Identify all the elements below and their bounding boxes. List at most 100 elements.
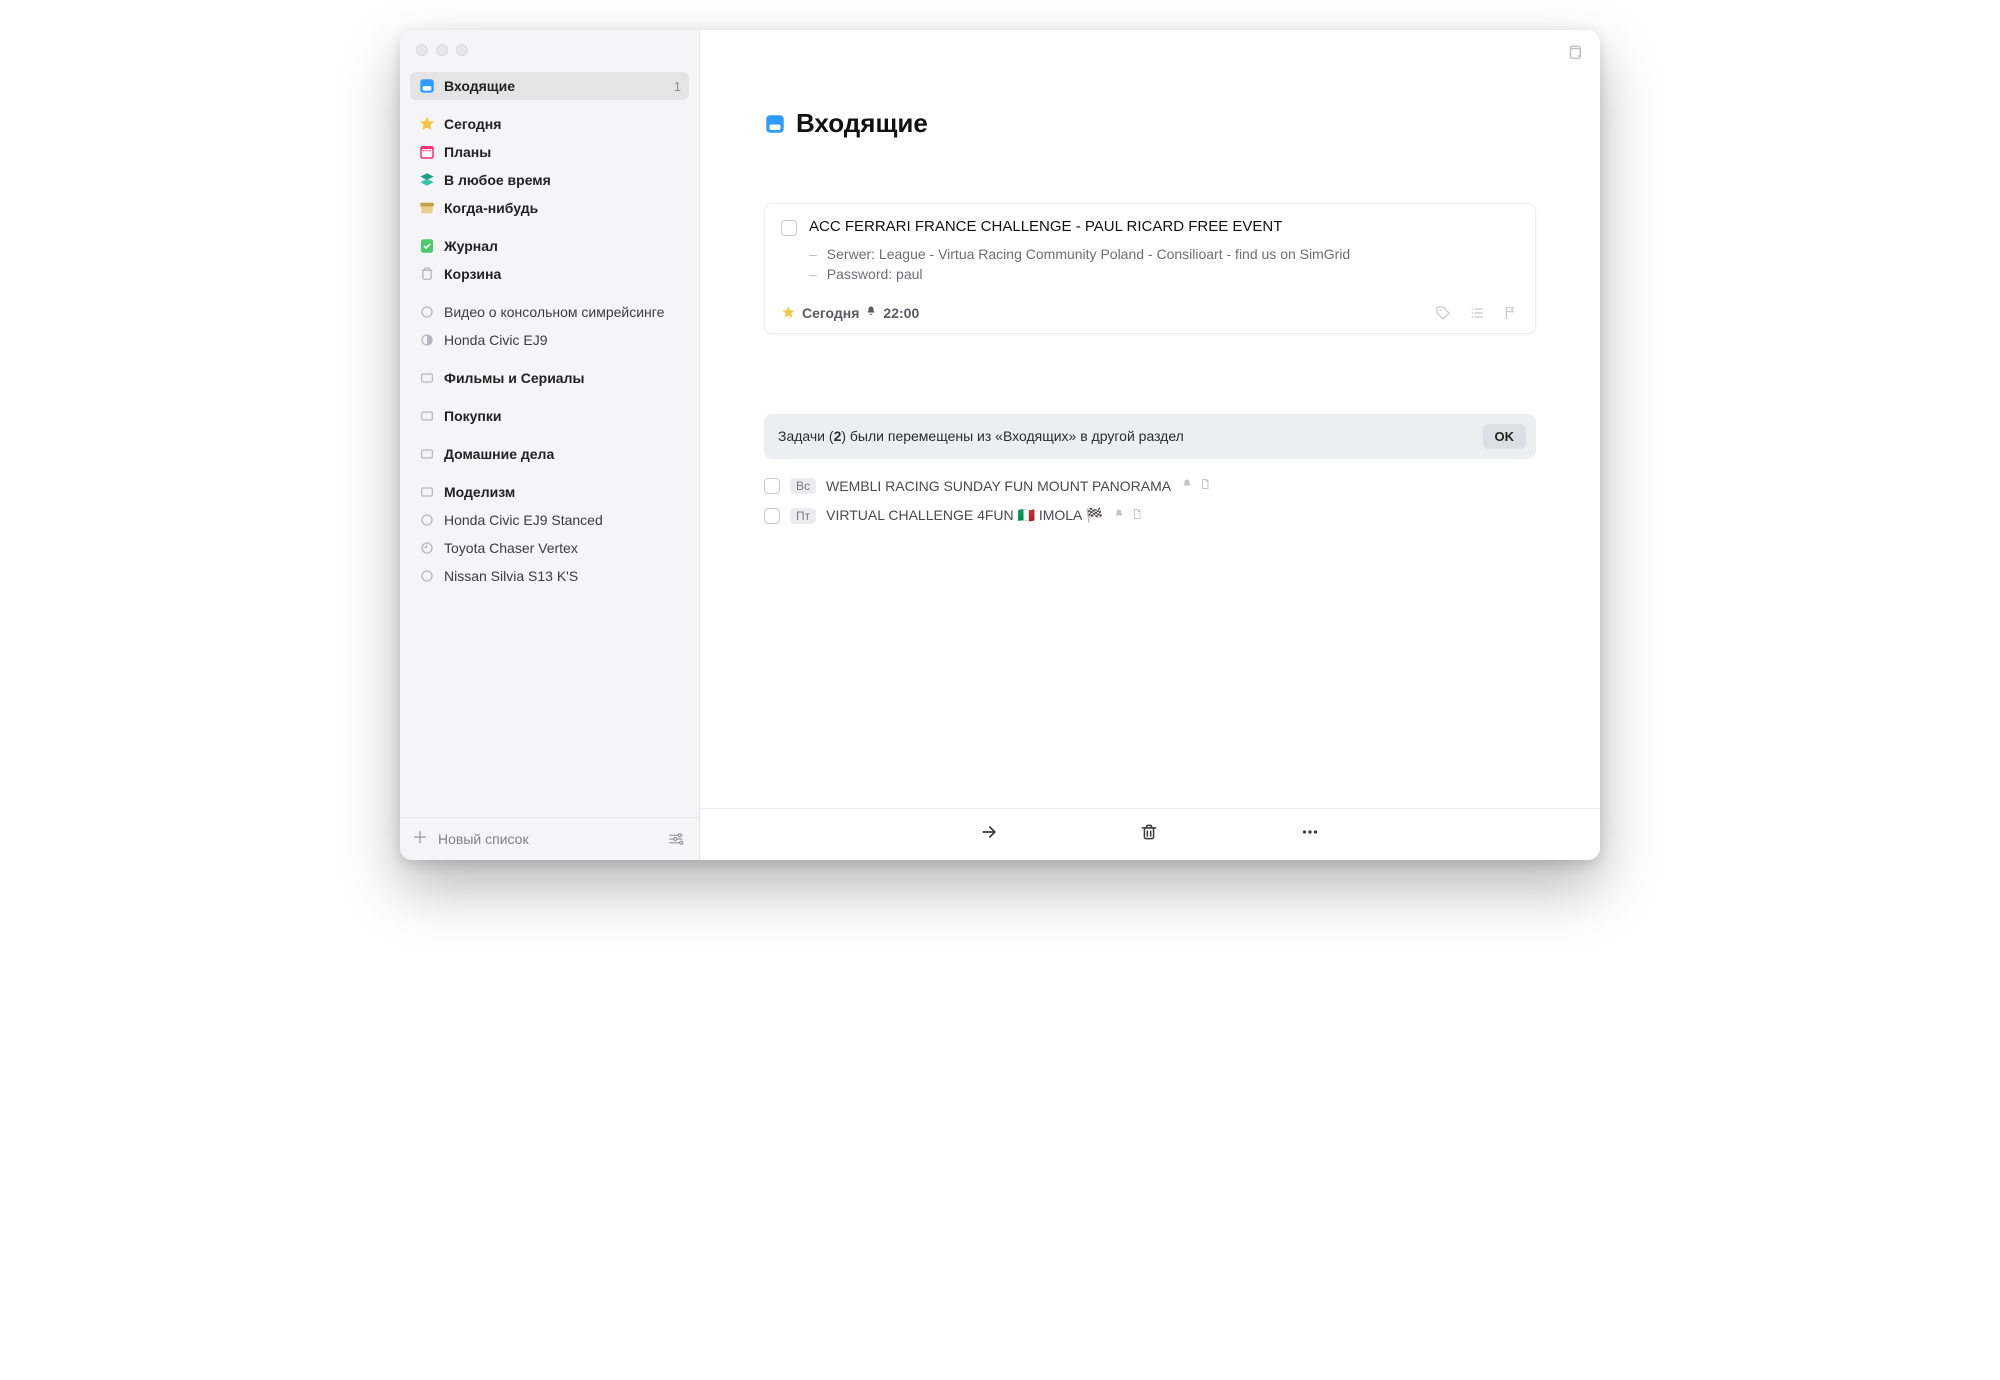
sidebar-logbook[interactable]: Журнал [410,232,689,260]
sidebar-item-label: Моделизм [444,484,681,500]
sidebar-area-films[interactable]: Фильмы и Сериалы [410,364,689,392]
sidebar-item-label: Фильмы и Сериалы [444,370,681,386]
more-button[interactable] [1299,821,1321,848]
bell-icon [1181,478,1193,493]
task-checkbox[interactable] [764,508,780,524]
task-checkbox[interactable] [764,478,780,494]
trash-icon [1139,822,1159,842]
area-icon [418,445,436,463]
flag-button[interactable] [1503,305,1519,321]
sidebar-project-silvia[interactable]: Nissan Silvia S13 K'S [410,562,689,590]
open-in-new-window-button[interactable] [1566,44,1584,67]
sidebar-inbox[interactable]: Входящие 1 [410,72,689,100]
sidebar-area-shopping[interactable]: Покупки [410,402,689,430]
day-badge: Пт [790,508,816,524]
sidebar-project-chaser[interactable]: Toyota Chaser Vertex [410,534,689,562]
sidebar-item-label: Когда-нибудь [444,200,681,216]
checklist-button[interactable] [1469,305,1485,321]
sliders-icon [667,830,685,848]
ellipsis-icon [1299,821,1321,843]
page-title: Входящие [764,108,1536,139]
area-icon [418,369,436,387]
task-title[interactable]: ACC FERRARI FRANCE CHALLENGE - PAUL RICA… [809,218,1282,235]
when-label: Сегодня [802,305,859,321]
sidebar-upcoming[interactable]: Планы [410,138,689,166]
bullet-dash-icon: – [809,244,817,264]
sidebar-area-modeling[interactable]: Моделизм [410,478,689,506]
sidebar-item-label: Планы [444,144,681,160]
bottom-toolbar [700,808,1600,860]
sidebar-item-label: Корзина [444,266,681,282]
reminder-time: 22:00 [883,305,919,321]
sidebar-someday[interactable]: Когда-нибудь [410,194,689,222]
notice-ok-button[interactable]: OK [1483,424,1527,449]
sidebar-project-civic-stanced[interactable]: Honda Civic EJ9 Stanced [410,506,689,534]
moved-notice: Задачи (2) были перемещены из «Входящих»… [764,414,1536,459]
calendar-icon [418,143,436,161]
layers-icon [418,171,436,189]
day-badge: Вс [790,478,816,494]
archive-icon [418,199,436,217]
task-list: Вс WEMBLI RACING SUNDAY FUN MOUNT PANORA… [764,471,1536,531]
sidebar-settings-button[interactable] [665,828,687,850]
sidebar-today[interactable]: Сегодня [410,110,689,138]
sidebar-item-label: Покупки [444,408,681,424]
task-row[interactable]: Вс WEMBLI RACING SUNDAY FUN MOUNT PANORA… [764,471,1536,501]
task-row[interactable]: Пт VIRTUAL CHALLENGE 4FUN 🇮🇹 IMOLA 🏁 [764,501,1536,531]
note-line: Password: paul [827,264,923,284]
bell-icon [865,305,877,320]
task-checkbox[interactable] [781,220,797,236]
sidebar-item-label: Видео о консольном симрейсинге [444,304,681,320]
page-title-text: Входящие [796,108,928,139]
area-icon [418,407,436,425]
checklist-icon [1469,305,1485,321]
logbook-icon [418,237,436,255]
task-title: WEMBLI RACING SUNDAY FUN MOUNT PANORAMA [826,478,1171,494]
inbox-icon [764,113,786,135]
inbox-icon [418,77,436,95]
move-button[interactable] [979,822,999,847]
project-icon [418,303,436,321]
note-icon [1131,508,1143,523]
tag-icon [1435,305,1451,321]
star-icon [781,305,796,320]
project-icon [418,511,436,529]
tag-button[interactable] [1435,305,1451,321]
sidebar-item-label: Сегодня [444,116,681,132]
close-window-icon[interactable] [416,44,428,56]
sidebar-inbox-count: 1 [674,79,681,94]
sidebar-trash[interactable]: Корзина [410,260,689,288]
sidebar-item-label: Honda Civic EJ9 Stanced [444,512,681,528]
bell-icon [1113,508,1125,523]
sidebar-anytime[interactable]: В любое время [410,166,689,194]
sidebar-item-label: Входящие [444,78,670,94]
note-line: Serwer: League - Virtua Racing Community… [827,244,1350,264]
project-progress-icon [418,539,436,557]
project-icon [418,567,436,585]
sidebar-area-home[interactable]: Домашние дела [410,440,689,468]
sidebar: Входящие 1 Сегодня [400,30,700,860]
window-traffic-lights [400,30,699,64]
main-pane: Входящие ACC FERRARI FRANCE CHALLENGE - … [700,30,1600,860]
sidebar-project-sim-video[interactable]: Видео о консольном симрейсинге [410,298,689,326]
sidebar-item-label: Журнал [444,238,681,254]
trash-icon [418,265,436,283]
area-icon [418,483,436,501]
plus-icon: ＋ [412,831,428,847]
delete-button[interactable] [1139,822,1159,847]
stack-icon [1566,44,1584,62]
task-title: VIRTUAL CHALLENGE 4FUN 🇮🇹 IMOLA 🏁 [826,507,1103,524]
minimize-window-icon[interactable] [436,44,448,56]
star-icon [418,115,436,133]
app-window: Входящие 1 Сегодня [400,30,1600,860]
task-card[interactable]: ACC FERRARI FRANCE CHALLENGE - PAUL RICA… [764,203,1536,334]
sidebar-project-civic[interactable]: Honda Civic EJ9 [410,326,689,354]
arrow-right-icon [979,822,999,842]
task-notes[interactable]: –Serwer: League - Virtua Racing Communit… [809,244,1519,285]
note-icon [1199,478,1211,493]
zoom-window-icon[interactable] [456,44,468,56]
sidebar-item-label: Honda Civic EJ9 [444,332,681,348]
task-when[interactable]: Сегодня 22:00 [781,305,919,321]
new-list-button[interactable]: ＋ Новый список [412,831,655,847]
sidebar-item-label: Toyota Chaser Vertex [444,540,681,556]
